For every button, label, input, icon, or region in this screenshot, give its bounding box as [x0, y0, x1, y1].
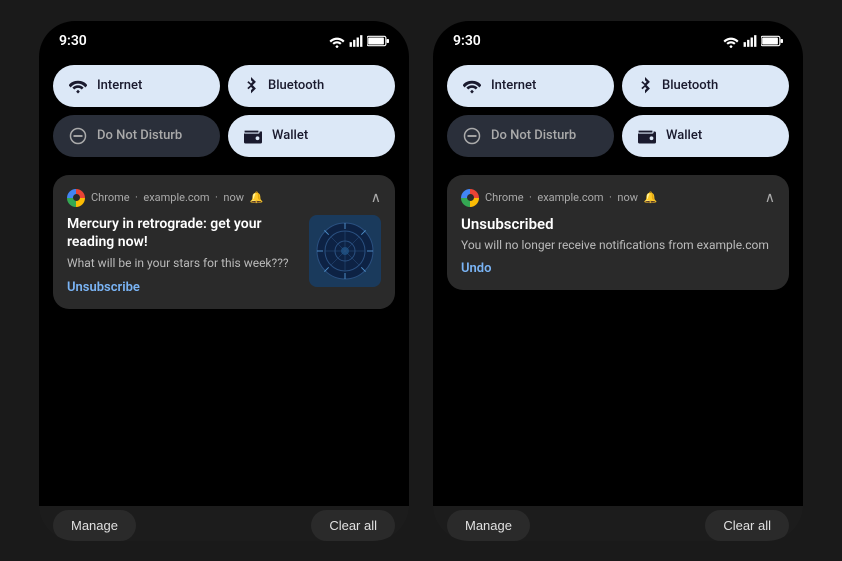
- bluetooth-label-1: Bluetooth: [268, 78, 324, 93]
- notification-card-2: Chrome · example.com · now 🔔 ∧ Unsubscri…: [447, 175, 789, 291]
- wallet-icon-2: [638, 128, 656, 144]
- manage-button-1[interactable]: Manage: [53, 510, 136, 541]
- phone-after: 9:30 Internet Bluetooth Do Not Disturb: [433, 21, 803, 541]
- notif-thumbnail-1: [309, 215, 381, 287]
- bluetooth-label-2: Bluetooth: [662, 78, 718, 93]
- notif-collapse-2[interactable]: ∧: [765, 190, 775, 206]
- bluetooth-icon-1: [244, 77, 258, 95]
- notif-text-col-1: Mercury in retrograde: get your reading …: [67, 215, 299, 295]
- internet-tile-2[interactable]: Internet: [447, 65, 614, 107]
- notif-action-1[interactable]: Unsubscribe: [67, 280, 299, 295]
- internet-label-1: Internet: [97, 78, 142, 93]
- wallet-tile-2[interactable]: Wallet: [622, 115, 789, 157]
- bluetooth-icon-2: [638, 77, 652, 95]
- wallet-label-2: Wallet: [666, 128, 702, 143]
- bluetooth-tile-2[interactable]: Bluetooth: [622, 65, 789, 107]
- status-time-1: 9:30: [59, 33, 87, 49]
- internet-tile-1[interactable]: Internet: [53, 65, 220, 107]
- wifi-status-icon-2: [723, 34, 739, 48]
- status-bar-1: 9:30: [39, 21, 409, 57]
- notif-body-1: What will be in your stars for this week…: [67, 255, 299, 272]
- chrome-icon-1: [67, 189, 85, 207]
- status-icons-1: [329, 34, 389, 48]
- wifi-icon-2: [463, 78, 481, 94]
- dnd-tile-1[interactable]: Do Not Disturb: [53, 115, 220, 157]
- dnd-label-2: Do Not Disturb: [491, 128, 576, 143]
- notif-meta-2: Chrome · example.com · now 🔔: [461, 189, 657, 207]
- notif-undo-2[interactable]: Undo: [461, 261, 775, 276]
- dnd-icon-2: [463, 127, 481, 145]
- notif-actions-bar-1: Manage Clear all: [39, 510, 409, 541]
- notification-area-2: Chrome · example.com · now 🔔 ∧ Unsubscri…: [433, 171, 803, 506]
- wifi-icon: [69, 78, 87, 94]
- notif-content-1: Mercury in retrograde: get your reading …: [67, 215, 381, 295]
- signal-icon: [349, 34, 363, 48]
- dnd-icon-1: [69, 127, 87, 145]
- manage-button-2[interactable]: Manage: [447, 510, 530, 541]
- quick-settings-2: Internet Bluetooth Do Not Disturb Wallet: [433, 57, 803, 171]
- notif-actions-bar-2: Manage Clear all: [433, 510, 803, 541]
- quick-settings-1: Internet Bluetooth Do Not Disturb Wallet: [39, 57, 409, 171]
- notif-meta-1: Chrome · example.com · now 🔔: [67, 189, 263, 207]
- clear-all-button-1[interactable]: Clear all: [311, 510, 395, 541]
- chrome-icon-2: [461, 189, 479, 207]
- battery-icon-2: [761, 35, 783, 47]
- clear-all-button-2[interactable]: Clear all: [705, 510, 789, 541]
- wifi-status-icon: [329, 34, 345, 48]
- notif-app-2: Chrome · example.com · now 🔔: [485, 191, 657, 204]
- notification-area-1: Chrome · example.com · now 🔔 ∧ Mercury i…: [39, 171, 409, 506]
- wallet-label-1: Wallet: [272, 128, 308, 143]
- bluetooth-tile-1[interactable]: Bluetooth: [228, 65, 395, 107]
- battery-icon: [367, 35, 389, 47]
- wallet-icon-1: [244, 128, 262, 144]
- status-bar-2: 9:30: [433, 21, 803, 57]
- notif-app-1: Chrome · example.com · now 🔔: [91, 191, 263, 204]
- notif-title-1: Mercury in retrograde: get your reading …: [67, 215, 299, 251]
- status-time-2: 9:30: [453, 33, 481, 49]
- internet-label-2: Internet: [491, 78, 536, 93]
- notif-header-2: Chrome · example.com · now 🔔 ∧: [461, 189, 775, 207]
- dnd-tile-2[interactable]: Do Not Disturb: [447, 115, 614, 157]
- wallet-tile-1[interactable]: Wallet: [228, 115, 395, 157]
- phone-before: 9:30 Internet Bluetooth Do No: [39, 21, 409, 541]
- notif-collapse-1[interactable]: ∧: [371, 190, 381, 206]
- notif-header-1: Chrome · example.com · now 🔔 ∧: [67, 189, 381, 207]
- notif-title-2: Unsubscribed: [461, 215, 775, 233]
- notification-card-1: Chrome · example.com · now 🔔 ∧ Mercury i…: [53, 175, 395, 309]
- signal-icon-2: [743, 34, 757, 48]
- dnd-label-1: Do Not Disturb: [97, 128, 182, 143]
- notif-body-2: You will no longer receive notifications…: [461, 237, 775, 254]
- status-icons-2: [723, 34, 783, 48]
